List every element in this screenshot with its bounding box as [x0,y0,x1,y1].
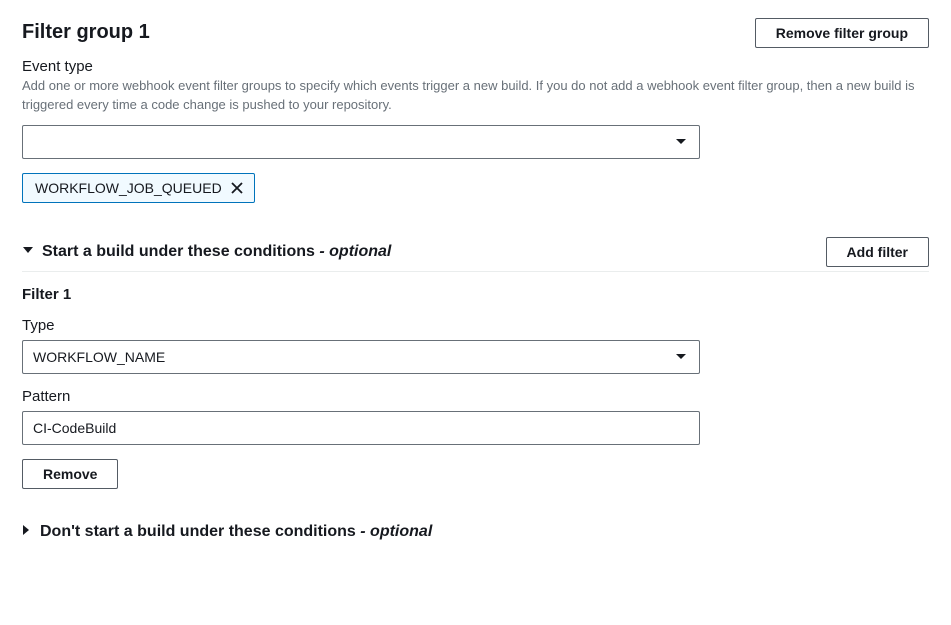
event-type-label: Event type [22,58,929,75]
add-filter-button[interactable]: Add filter [826,237,929,267]
caret-down-icon [675,353,687,361]
filter-type-select[interactable]: WORKFLOW_NAME [22,340,700,374]
filter-pattern-input[interactable] [22,411,700,445]
close-icon[interactable] [230,181,244,195]
token-label: WORKFLOW_JOB_QUEUED [35,180,222,196]
event-type-field: Event type Add one or more webhook event… [22,58,929,203]
caret-down-icon [22,243,34,261]
caret-down-icon [675,138,687,146]
dont-start-conditions-title: Don't start a build under these conditio… [40,523,432,541]
event-type-description: Add one or more webhook event filter gro… [22,77,929,115]
filter-heading: Filter 1 [22,286,929,303]
start-conditions-toggle[interactable]: Start a build under these conditions - o… [22,243,391,261]
event-type-select[interactable] [22,125,700,159]
filter-block: Filter 1 Type WORKFLOW_NAME Pattern Remo… [22,286,929,489]
start-conditions-title: Start a build under these conditions - o… [42,243,391,261]
remove-filter-button[interactable]: Remove [22,459,118,489]
filter-type-label: Type [22,317,929,334]
remove-filter-group-button[interactable]: Remove filter group [755,18,929,48]
caret-right-icon [22,523,32,541]
filter-pattern-label: Pattern [22,388,929,405]
filter-group-title: Filter group 1 [22,18,150,46]
filter-type-value: WORKFLOW_NAME [33,349,165,365]
event-type-token: WORKFLOW_JOB_QUEUED [22,173,255,203]
dont-start-conditions-toggle[interactable]: Don't start a build under these conditio… [22,523,929,541]
